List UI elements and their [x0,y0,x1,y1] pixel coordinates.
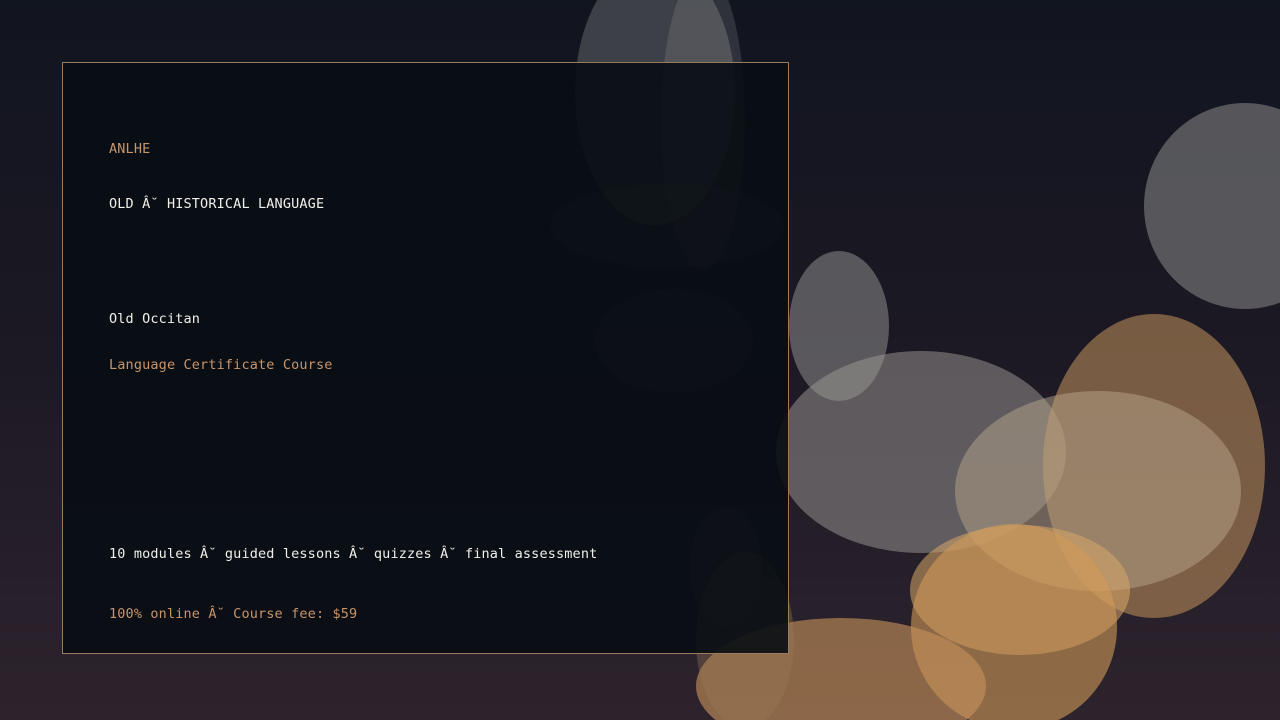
course-pricing: 100% online Â˘ Course fee: $59 [109,606,358,622]
brand-label: ANLHE [109,141,151,157]
course-subtitle: Language Certificate Course [109,357,333,373]
course-details: 10 modules Â˘ guided lessons Â˘ quizzes … [109,546,598,562]
course-title: Old Occitan [109,311,201,327]
category-label: OLD Â˘ HISTORICAL LANGUAGE [109,196,325,212]
bokeh-light [1144,103,1280,309]
course-card: ANLHE OLD Â˘ HISTORICAL LANGUAGE Old Occ… [62,62,789,654]
